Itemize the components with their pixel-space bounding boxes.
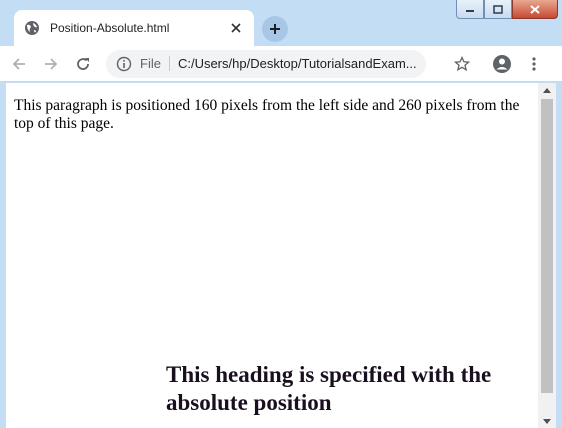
reload-icon[interactable] xyxy=(70,51,96,77)
star-icon[interactable] xyxy=(452,51,472,77)
forward-arrow-icon[interactable] xyxy=(38,51,64,77)
address-bar[interactable]: File C:/Users/hp/Desktop/TutorialsandExa… xyxy=(106,49,426,78)
minimize-icon xyxy=(466,10,474,12)
tab-strip: Position-Absolute.html xyxy=(0,0,562,46)
profile-icon[interactable] xyxy=(492,51,512,77)
plus-icon xyxy=(270,24,280,34)
window-controls xyxy=(456,0,558,19)
url-scheme-label: File xyxy=(140,56,170,71)
url-text[interactable]: C:/Users/hp/Desktop/TutorialsandExam... xyxy=(178,56,416,71)
vertical-scrollbar[interactable] xyxy=(538,83,556,428)
scroll-up-arrow-icon[interactable] xyxy=(538,83,556,97)
browser-toolbar: File C:/Users/hp/Desktop/TutorialsandExa… xyxy=(0,46,562,82)
browser-window: Position-Absolute.html File C:/Users/hp/… xyxy=(0,0,562,428)
tab-title: Position-Absolute.html xyxy=(50,21,170,35)
tab-position-absolute[interactable]: Position-Absolute.html xyxy=(14,10,254,46)
globe-icon xyxy=(24,20,40,36)
window-frame-edge xyxy=(556,83,562,428)
positioned-paragraph: This paragraph is positioned 160 pixels … xyxy=(14,97,520,132)
scroll-down-arrow-icon[interactable] xyxy=(538,414,556,428)
minimize-button[interactable] xyxy=(456,0,484,19)
new-tab-button[interactable] xyxy=(262,16,288,42)
close-icon[interactable] xyxy=(228,20,244,36)
back-arrow-icon[interactable] xyxy=(6,51,32,77)
maximize-button[interactable] xyxy=(484,0,512,19)
page-viewport: This paragraph is positioned 160 pixels … xyxy=(6,83,538,428)
window-close-icon xyxy=(530,4,540,14)
info-icon[interactable] xyxy=(116,56,132,72)
kebab-menu-icon[interactable] xyxy=(526,51,542,77)
window-close-button[interactable] xyxy=(512,0,558,19)
absolute-heading: This heading is specified with the absol… xyxy=(166,362,492,415)
maximize-icon xyxy=(493,4,503,14)
scrollbar-thumb[interactable] xyxy=(541,99,553,393)
